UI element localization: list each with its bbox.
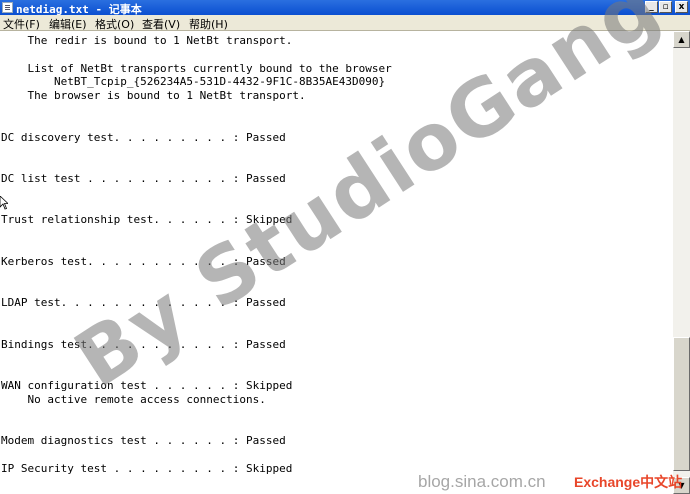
watermark-site: blog.sina.com.cn <box>418 472 546 491</box>
title-bar[interactable]: netdiag.txt - 记事本 _ ▫ x <box>0 0 690 16</box>
menu-view[interactable]: 查看(V) <box>142 16 180 32</box>
scroll-thumb[interactable] <box>673 337 690 471</box>
menu-edit[interactable]: 编辑(E) <box>49 16 87 32</box>
mouse-cursor-icon <box>0 196 8 210</box>
menu-help[interactable]: 帮助(H) <box>189 16 228 32</box>
menu-file[interactable]: 文件(F) <box>3 16 40 32</box>
menu-bar: 文件(F) 编辑(E) 格式(O) 查看(V) 帮助(H) <box>0 15 690 31</box>
menu-format[interactable]: 格式(O) <box>95 16 134 32</box>
close-button[interactable]: x <box>675 1 688 13</box>
watermark-brand: Exchange中文站 <box>574 474 683 490</box>
vertical-scrollbar[interactable]: ▲ ▼ <box>673 31 690 494</box>
notepad-icon <box>2 2 13 13</box>
scroll-up-arrow-icon[interactable]: ▲ <box>673 31 690 48</box>
maximize-button[interactable]: ▫ <box>659 1 672 13</box>
minimize-button[interactable]: _ <box>645 1 658 13</box>
document-text[interactable]: The redir is bound to 1 NetBt transport.… <box>1 34 392 476</box>
text-editor-area[interactable]: The redir is bound to 1 NetBt transport.… <box>0 31 673 494</box>
